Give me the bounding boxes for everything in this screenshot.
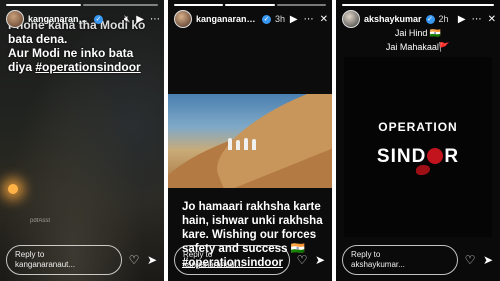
text-line: bata dena. [8, 32, 68, 46]
more-icon[interactable]: ⋯ [304, 14, 314, 25]
heart-icon[interactable]: ♡ [464, 253, 476, 267]
story-header: kanganaranaut ✓ 3h ▶ ⋯ ✕ [174, 9, 328, 29]
story-2[interactable]: kanganaranaut ✓ 3h ▶ ⋯ ✕ Jo hamaari rakh… [168, 0, 332, 281]
story-3-caption: Jai Hind 🇮🇳 Jai Mahakaal🚩 [336, 26, 500, 54]
verified-badge-icon: ✓ [262, 14, 271, 24]
send-icon[interactable]: ➤ [482, 253, 494, 267]
heart-icon[interactable]: ♡ [296, 253, 308, 267]
send-icon[interactable]: ➤ [314, 253, 326, 267]
saffron-flag-emoji: 🚩 [438, 42, 451, 52]
avatar[interactable] [6, 10, 24, 28]
reply-input[interactable]: Reply to kanganaranaut... [6, 245, 122, 275]
play-icon[interactable]: ▶ [136, 14, 144, 25]
send-icon[interactable]: ➤ [146, 253, 158, 267]
heart-icon[interactable]: ♡ [128, 253, 140, 267]
close-icon[interactable]: ✕ [488, 14, 496, 25]
username[interactable]: kanganaranaut [196, 14, 258, 24]
story-progress-bar [174, 4, 326, 6]
caption-line: Jai Hind [394, 28, 428, 38]
story-header: akshaykumar ✓ 2h ▶ ⋯ ✕ [342, 9, 496, 29]
verified-badge-icon: ✓ [94, 14, 103, 24]
play-icon[interactable]: ▶ [458, 14, 466, 25]
text-line: Jo hamaari rakhsha karte [182, 201, 321, 213]
sindoor-splash [416, 165, 430, 175]
text-line: Aur Modi ne inko bata [8, 46, 134, 60]
poster-title-line-1: OPERATION [378, 120, 458, 134]
text-line: kare. Wishing our forces [182, 229, 317, 241]
story-header: kanganaranaut ✓ 🔇︎ ▶ ⋯ [6, 9, 160, 29]
hashtag-link[interactable]: #operationsindoor [35, 60, 140, 74]
watermark: pdfAsst [30, 218, 51, 224]
story-3[interactable]: akshaykumar ✓ 2h ▶ ⋯ ✕ Jai Hind 🇮🇳 Jai M… [336, 0, 500, 281]
reply-bar: Reply to akshaykumar... ♡ ➤ [342, 245, 494, 275]
desert-photo [168, 94, 332, 188]
operation-sindoor-poster: OPERATION SIND R [344, 57, 492, 237]
username[interactable]: kanganaranaut [28, 14, 90, 24]
reply-bar: Reply to kanganaranaut... ♡ ➤ [174, 245, 326, 275]
username[interactable]: akshaykumar [364, 14, 422, 24]
avatar[interactable] [174, 10, 192, 28]
story-progress-bar [342, 4, 494, 6]
fire-glow [8, 184, 18, 194]
poster-title-line-2: SIND R [376, 146, 460, 167]
verified-badge-icon: ✓ [425, 14, 435, 24]
caption-line: Jai Mahakaal [385, 42, 439, 52]
more-icon[interactable]: ⋯ [472, 14, 482, 25]
timestamp: 2h [438, 14, 449, 24]
close-icon[interactable]: ✕ [320, 14, 328, 25]
story-progress-bar [6, 4, 158, 6]
mute-icon[interactable]: 🔇︎ [124, 14, 130, 25]
avatar[interactable] [342, 10, 360, 28]
reply-bar: Reply to kanganaranaut... ♡ ➤ [6, 245, 158, 275]
more-icon[interactable]: ⋯ [150, 14, 160, 25]
text-line: diya [8, 60, 33, 74]
timestamp: 3h [275, 14, 286, 24]
stories-strip: kanganaranaut ✓ 🔇︎ ▶ ⋯ Phone kaha tha Mo… [0, 0, 500, 281]
reply-input[interactable]: Reply to akshaykumar... [342, 245, 458, 275]
text-line: hain, ishwar unki rakhsha [182, 215, 323, 227]
india-flag-emoji: 🇮🇳 [429, 28, 442, 38]
play-icon[interactable]: ▶ [290, 14, 298, 25]
reply-input[interactable]: Reply to kanganaranaut... [174, 245, 290, 275]
sindoor-blot-icon [427, 148, 444, 164]
story-1[interactable]: kanganaranaut ✓ 🔇︎ ▶ ⋯ Phone kaha tha Mo… [0, 0, 164, 281]
